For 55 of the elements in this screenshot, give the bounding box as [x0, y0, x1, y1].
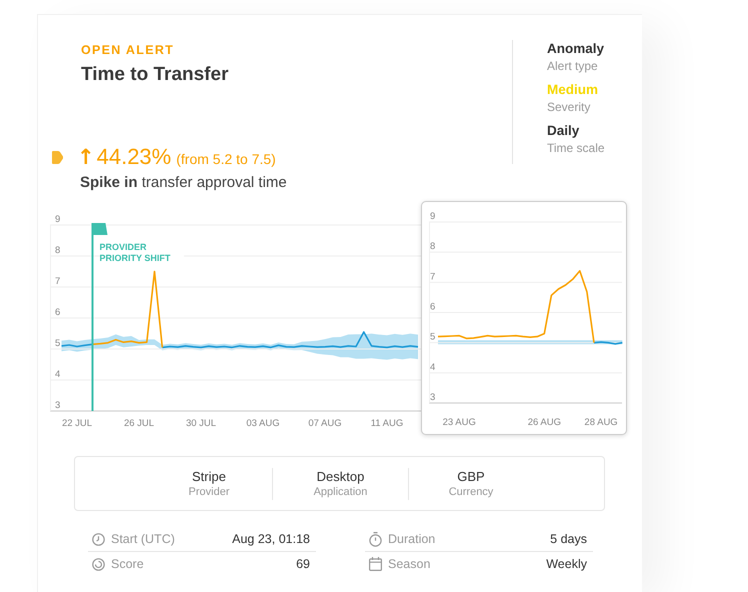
axis-label: 5	[430, 332, 436, 343]
axis-label: 11 AUG	[370, 418, 404, 429]
axis-label: 26 AUG	[528, 417, 561, 428]
detail-label: Duration	[388, 532, 436, 546]
axis-label: 6	[430, 302, 436, 312]
axis-label: 4	[430, 362, 436, 373]
axis-label: 03 AUG	[246, 418, 280, 429]
change-percent: 44.23%	[96, 145, 172, 169]
anomaly-description: Spike in transfer approval time	[80, 173, 288, 193]
stopwatch-icon	[369, 532, 382, 546]
axis-label: 4	[55, 369, 60, 380]
axis-label: 28 AUG	[584, 417, 618, 428]
detail-label: Score	[111, 557, 145, 571]
detail-value: Aug 23, 01:18	[232, 532, 310, 546]
change-range: (from 5.2 to 7.5)	[176, 150, 276, 166]
dimension-value: Desktop	[316, 468, 366, 484]
alert-title: Time to Transfer	[81, 63, 230, 87]
summary-label: Severity	[547, 99, 592, 115]
axis-label: 9	[430, 211, 436, 222]
tag-icon	[52, 150, 63, 164]
detail-value: 69	[296, 557, 310, 571]
axis-label: 9	[55, 214, 60, 225]
axis-label: 8	[55, 245, 60, 256]
axis-label: 5	[55, 338, 60, 349]
summary-label: Alert type	[547, 58, 599, 74]
axis-label: 22 JUL	[62, 418, 92, 429]
detail-value: 5 days	[550, 532, 587, 546]
summary-label: Time scale	[547, 140, 605, 156]
dimension-label: Currency	[448, 484, 494, 500]
dimension-value: Stripe	[191, 468, 227, 484]
axis-label: 7	[55, 276, 60, 287]
alert-status-label: OPEN ALERT	[81, 42, 176, 59]
axis-label: 07 AUG	[308, 418, 342, 429]
dimension-label: Application	[312, 484, 368, 500]
axis-label: 23 AUG	[442, 417, 476, 428]
detail-label: Season	[388, 557, 432, 571]
clock-icon	[92, 532, 105, 546]
calendar-icon	[369, 557, 382, 571]
axis-label: 26 JUL	[124, 418, 154, 429]
summary-value: Anomaly	[547, 40, 605, 58]
score-icon	[92, 558, 105, 570]
summary-value: Medium	[547, 81, 600, 99]
dimension-label: Provider	[188, 484, 230, 500]
summary-value: Daily	[547, 122, 580, 140]
trend-arrow: ↑	[77, 145, 95, 169]
axis-label: 8	[430, 241, 436, 252]
axis-label: 6	[55, 307, 60, 318]
event-label: PROVIDER PRIORITY SHIFT	[100, 242, 184, 264]
axis-label: 3	[430, 392, 436, 403]
detail-value: Weekly	[546, 557, 587, 571]
axis-label: 3	[55, 400, 60, 411]
dimension-value: GBP	[456, 468, 486, 484]
detail-label: Start (UTC)	[111, 532, 176, 546]
axis-label: 7	[430, 271, 436, 282]
axis-label: 30 JUL	[186, 418, 216, 429]
